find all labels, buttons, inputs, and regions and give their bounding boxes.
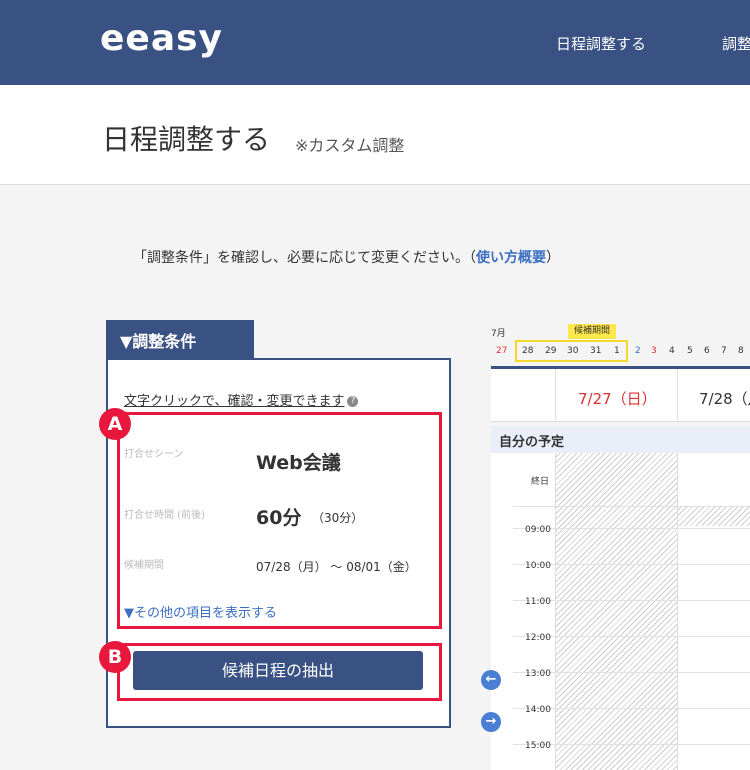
click-hint: 文字クリックで、確認・変更できます?	[124, 390, 359, 409]
candidate-period-label: 候補期間	[568, 324, 616, 339]
column-divider	[555, 369, 556, 422]
page-title: 日程調整する	[102, 123, 271, 156]
mini-day[interactable]: 31	[590, 346, 601, 356]
highlight-box-a	[117, 412, 442, 629]
column-date-mon[interactable]: 7/28（月	[699, 388, 750, 409]
time-label: 10:00	[525, 561, 551, 571]
mini-day[interactable]: 1	[614, 346, 620, 356]
instruction-close: ）	[546, 250, 560, 266]
conditions-tab[interactable]: ▼調整条件	[106, 320, 254, 358]
all-day-label: 終日	[531, 477, 550, 487]
mini-day[interactable]: 27	[496, 346, 507, 356]
time-label: 15:00	[525, 741, 551, 751]
mini-day[interactable]: 29	[545, 346, 556, 356]
time-label: 12:00	[525, 633, 551, 643]
calendar-column-header: 7/27（日） 7/28（月	[491, 369, 750, 422]
mini-day[interactable]: 2	[635, 346, 641, 356]
unavailable-block	[555, 453, 677, 770]
page-subtitle: ※カスタム調整	[295, 136, 405, 155]
unavailable-block	[677, 506, 750, 526]
grid-divider	[555, 453, 556, 770]
time-label: 09:00	[525, 525, 551, 535]
arrow-left-icon[interactable]: ←	[481, 670, 501, 690]
mini-day[interactable]: 8	[738, 346, 744, 356]
annotation-badge-b: B	[99, 641, 131, 673]
schedule-grid: 終日 09:00 10:00 11:00 12:00 13:00 14:00 1…	[491, 453, 750, 770]
grid-divider	[677, 453, 678, 770]
arrow-right-icon[interactable]: →	[481, 712, 501, 732]
highlight-box-b	[117, 643, 442, 701]
mini-day[interactable]: 6	[704, 346, 710, 356]
nav-adjust[interactable]: 調整	[722, 33, 750, 54]
my-schedule-label: 自分の予定	[491, 426, 750, 453]
top-navbar: eeasy 日程調整する 調整	[0, 0, 750, 85]
instruction-text: 「調整条件」を確認し、必要に応じて変更ください。（使い方概要）	[133, 247, 560, 267]
annotation-badge-a: A	[99, 408, 131, 440]
mini-day[interactable]: 30	[567, 346, 578, 356]
mini-day[interactable]: 5	[687, 346, 693, 356]
mini-day[interactable]: 7	[721, 346, 727, 356]
grid-line	[513, 506, 750, 507]
click-hint-text: 文字クリックで、確認・変更できます	[124, 394, 345, 409]
usage-overview-link[interactable]: 使い方概要	[476, 250, 546, 266]
calendar-month: 7月	[491, 329, 506, 339]
time-label: 13:00	[525, 669, 551, 679]
title-bar: 日程調整する ※カスタム調整	[0, 85, 750, 185]
mini-day[interactable]: 4	[669, 346, 675, 356]
help-icon[interactable]: ?	[347, 396, 359, 407]
instruction-body: 「調整条件」を確認し、必要に応じて変更ください。（	[133, 250, 476, 266]
mini-day[interactable]: 3	[651, 346, 657, 356]
column-divider	[677, 369, 678, 422]
mini-day[interactable]: 28	[522, 346, 533, 356]
nav-schedule[interactable]: 日程調整する	[556, 33, 646, 54]
column-date-sun[interactable]: 7/27（日）	[578, 388, 657, 409]
time-label: 14:00	[525, 705, 551, 715]
time-label: 11:00	[525, 597, 551, 607]
logo[interactable]: eeasy	[100, 18, 223, 59]
